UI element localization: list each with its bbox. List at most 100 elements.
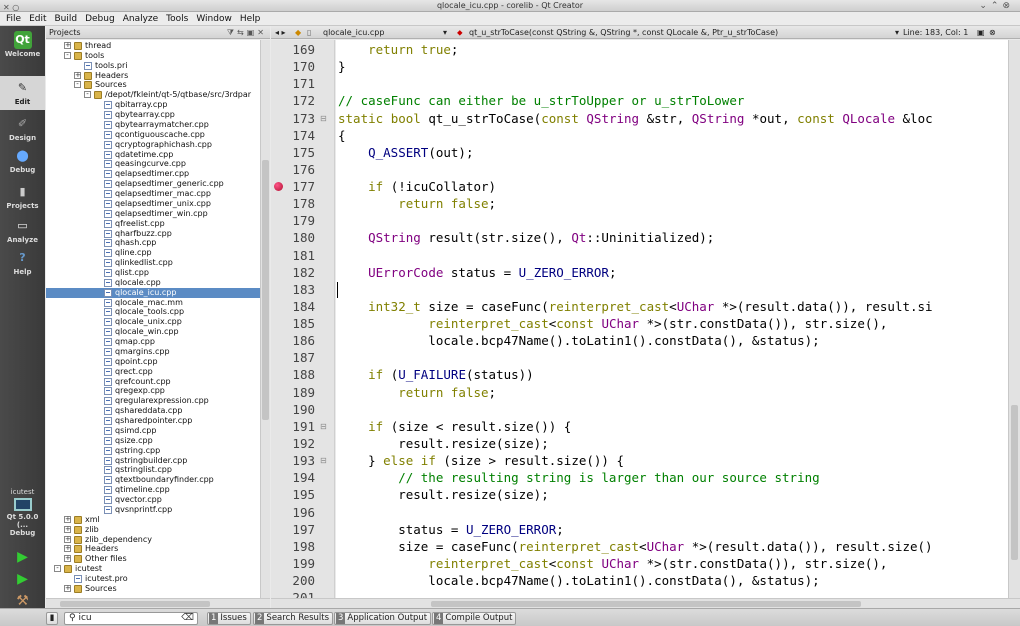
fold-marker-icon[interactable]: ⊟ [320,418,327,435]
mode-welcome[interactable]: Qt Welcome [0,28,45,62]
filter-icon[interactable]: ⧩ [227,28,237,37]
mode-edit[interactable]: ✎ Edit [0,76,45,110]
project-tree[interactable]: + thread - tools tools.pri + Headers - Sources - /… [46,40,260,598]
tree-file[interactable]: qdatetime.cpp [46,150,260,160]
tree-file[interactable]: qlocale_icu.cpp [46,287,260,298]
tree-file[interactable]: qtimeline.cpp [46,485,260,495]
locator-input[interactable]: ⚲ icu ⌫ [64,612,198,625]
tree-file[interactable]: tools.pri [46,61,260,71]
menu-edit[interactable]: Edit [25,14,50,24]
tree-folder[interactable]: + Headers [46,544,260,554]
tree-folder[interactable]: + thread [46,41,260,51]
tree-folder[interactable]: - tools [46,51,260,61]
tree-file[interactable]: qvector.cpp [46,495,260,505]
tree-file[interactable]: qlocale_mac.mm [46,298,260,308]
tree-file[interactable]: qlocale.cpp [46,278,260,288]
output-pane-issues[interactable]: 1 Issues [207,612,251,625]
mode-analyze[interactable]: ▭ Analyze [0,214,45,248]
close-editor-icon[interactable]: ⊗ [989,26,996,39]
tree-folder[interactable]: - Sources [46,80,260,90]
clear-icon[interactable]: ⌫ [181,613,194,624]
link-icon[interactable]: ⇆ [237,28,247,37]
tree-file[interactable]: qregexp.cpp [46,386,260,396]
scrollbar-thumb[interactable] [262,160,269,420]
cursor-position[interactable]: Line: 183, Col: 1 [903,26,968,39]
tree-file[interactable]: qlist.cpp [46,268,260,278]
menu-window[interactable]: Window [192,14,236,24]
tree-folder[interactable]: + Sources [46,584,260,594]
expand-toggle-icon[interactable]: - [84,91,91,99]
expand-toggle-icon[interactable]: + [64,525,71,533]
tree-file[interactable]: qsharedpointer.cpp [46,416,260,426]
tree-file[interactable]: qmargins.cpp [46,347,260,357]
symbol-dropdown-icon[interactable]: ▾ [895,26,899,39]
scrollbar-thumb[interactable] [1011,405,1018,560]
expand-toggle-icon[interactable]: + [64,515,71,523]
tree-file[interactable]: qshareddata.cpp [46,406,260,416]
menu-build[interactable]: Build [51,14,82,24]
expand-toggle-icon[interactable]: + [64,584,71,592]
split-editor-icon[interactable]: ▣ [977,26,985,39]
tree-file[interactable]: qstring.cpp [46,446,260,456]
tree-folder[interactable]: + Headers [46,71,260,81]
output-pane-compile-output[interactable]: 4 Compile Output [432,612,517,625]
tree-file[interactable]: qeasingcurve.cpp [46,159,260,169]
output-pane-search-results[interactable]: 2 Search Results [253,612,334,625]
window-controls[interactable]: ⌄⌃⊗ [979,0,1014,12]
output-pane-application-output[interactable]: 3 Application Output [334,612,432,625]
tree-folder[interactable]: + xml [46,515,260,525]
tree-file[interactable]: qelapsedtimer_generic.cpp [46,179,260,189]
tree-file[interactable]: qrefcount.cpp [46,377,260,387]
mode-design[interactable]: ✐ Design [0,112,45,146]
projects-view-selector[interactable]: Projects [49,28,81,37]
expand-toggle-icon[interactable]: + [64,42,71,49]
symbol-selector[interactable]: qt_u_strToCase(const QString &, QString … [469,26,778,39]
tree-file[interactable]: qharfbuzz.cpp [46,229,260,239]
editor-horizontal-scrollbar[interactable] [271,598,1020,608]
tree-file[interactable]: qhash.cpp [46,238,260,248]
tree-file[interactable]: qvsnprintf.cpp [46,505,260,515]
fold-marker-icon[interactable]: ⊟ [320,452,327,469]
tree-file[interactable]: qcontiguouscache.cpp [46,130,260,140]
expand-toggle-icon[interactable]: - [54,565,61,573]
scrollbar-thumb[interactable] [431,601,861,607]
expand-toggle-icon[interactable]: - [64,51,71,59]
tree-file[interactable]: qsize.cpp [46,436,260,446]
tree-file[interactable]: qregularexpression.cpp [46,396,260,406]
document-selector[interactable]: qlocale_icu.cpp [323,26,384,39]
document-dropdown-icon[interactable]: ▾ [443,26,447,39]
tree-file[interactable]: qbitarray.cpp [46,100,260,110]
tree-file[interactable]: qfreelist.cpp [46,219,260,229]
mode-debug[interactable]: ⬤ Debug [0,144,45,178]
fold-marker-icon[interactable]: ⊟ [320,110,327,127]
tree-file[interactable]: qlocale_win.cpp [46,327,260,337]
close-panel-icon[interactable]: ✕ [257,28,267,37]
tree-file[interactable]: qpoint.cpp [46,357,260,367]
mode-projects[interactable]: ▮ Projects [0,180,45,214]
tree-file[interactable]: qsimd.cpp [46,426,260,436]
nav-back-icon[interactable]: ◂ ▸ [275,26,286,39]
tree-file[interactable]: qelapsedtimer_win.cpp [46,209,260,219]
tree-folder[interactable]: - icutest [46,564,260,574]
mode-help[interactable]: ? Help [0,246,45,280]
debug-run-icon[interactable]: ▶ [0,568,45,590]
tree-file[interactable]: qtextboundaryfinder.cpp [46,475,260,485]
tree-folder[interactable]: + zlib [46,525,260,535]
tree-file[interactable]: qelapsedtimer_mac.cpp [46,189,260,199]
tree-folder[interactable]: - /depot/fkleint/qt-5/qtbase/src/3rdpar [46,90,260,100]
tree-file[interactable]: qelapsedtimer_unix.cpp [46,199,260,209]
menu-file[interactable]: File [2,14,25,24]
tree-file[interactable]: qrect.cpp [46,367,260,377]
kit-selector[interactable]: icutest Qt 5.0.0 (... Debug [0,488,45,537]
scrollbar-thumb[interactable] [60,601,210,607]
breakpoint-icon[interactable] [274,182,283,192]
tree-file[interactable]: icutest.pro [46,574,260,584]
editor-gutter[interactable]: 169 170 171 172 173 ⊟ 174 175 176 177 178 179 180 181… [271,40,335,605]
tree-folder[interactable]: + zlib_dependency [46,535,260,545]
split-icon[interactable]: ▣ [247,28,258,37]
editor-vertical-scrollbar[interactable] [1008,40,1020,598]
menu-tools[interactable]: Tools [162,14,192,24]
tree-file[interactable]: qbytearraymatcher.cpp [46,120,260,130]
expand-toggle-icon[interactable]: + [64,535,71,543]
run-icon[interactable]: ▶ [0,546,45,568]
